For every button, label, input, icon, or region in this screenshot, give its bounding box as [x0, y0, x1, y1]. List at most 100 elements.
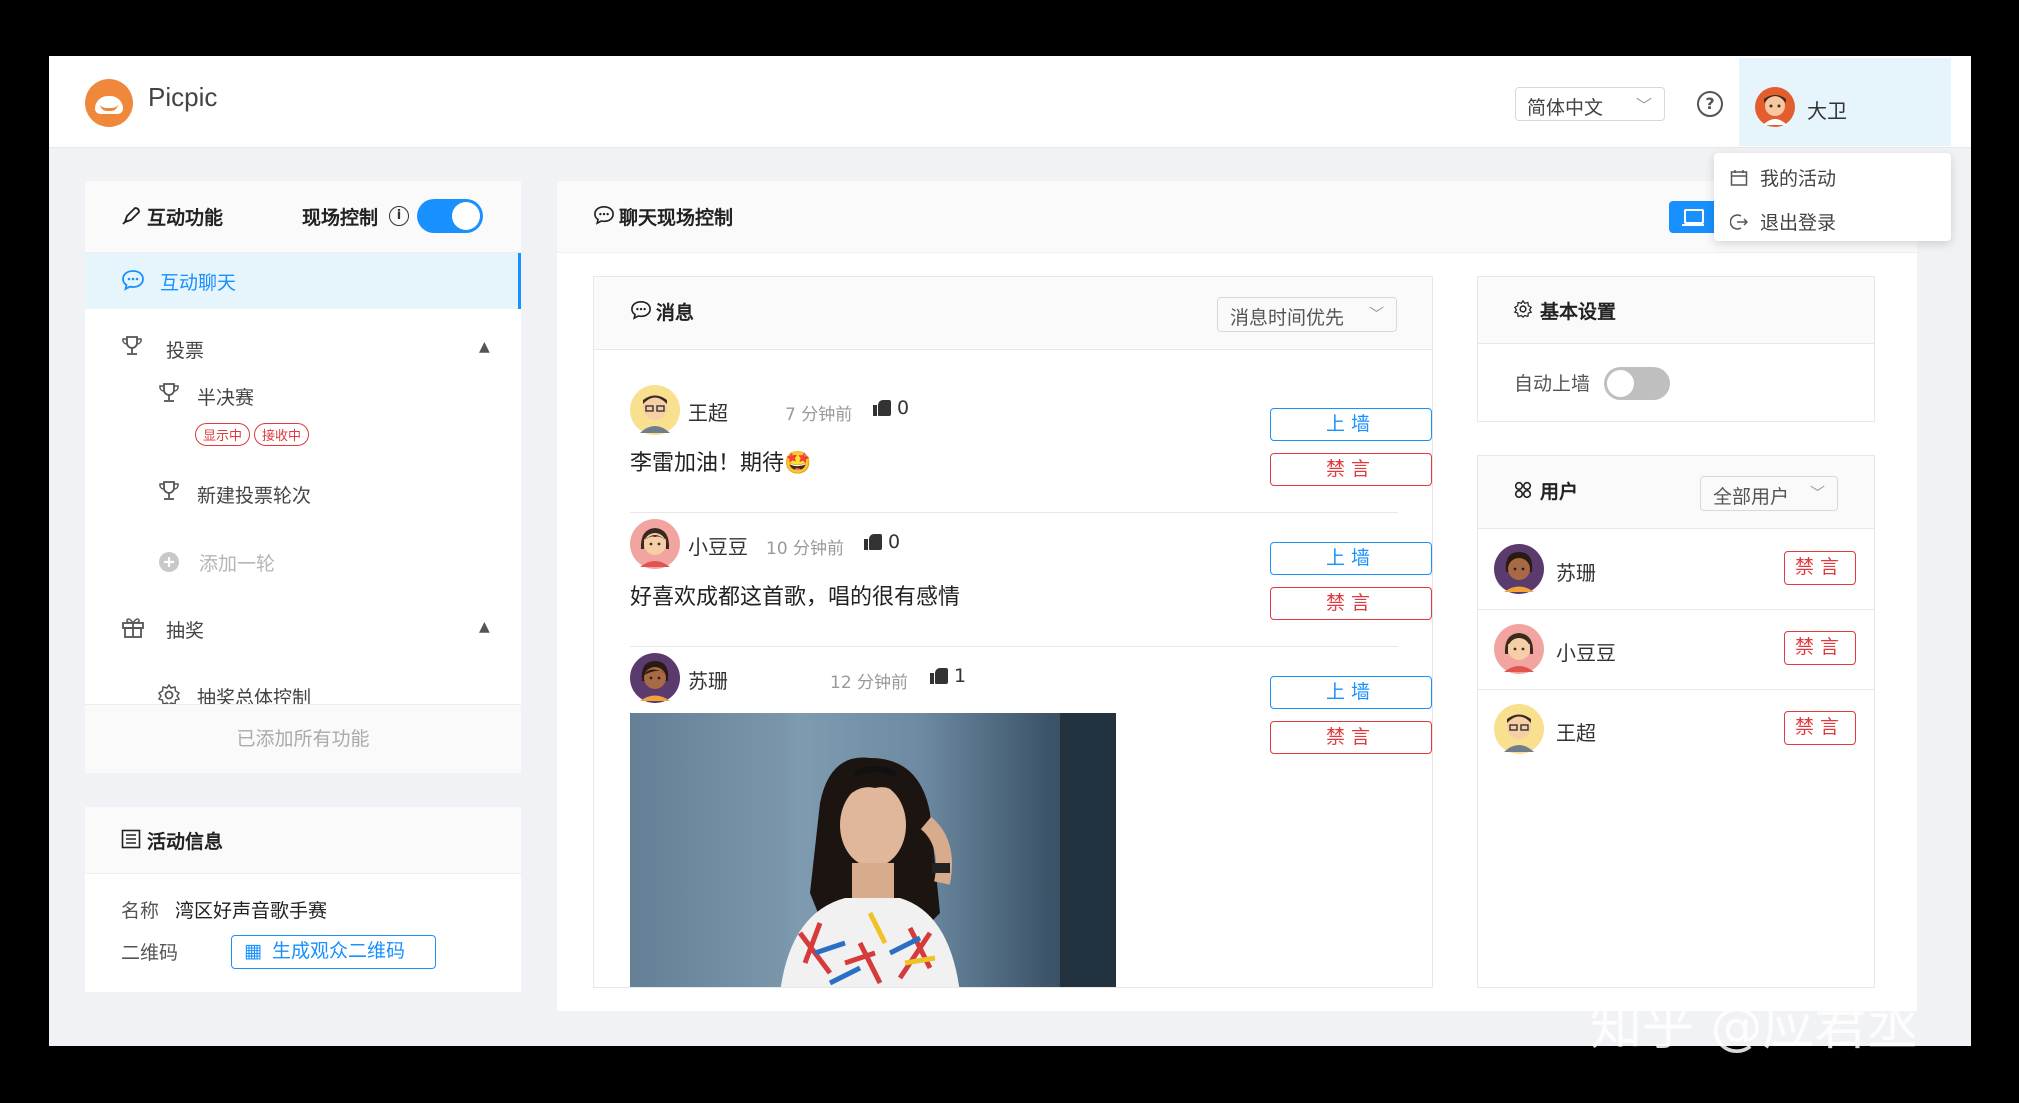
menu-item-logout[interactable]: 退出登录 — [1729, 208, 1836, 235]
picpic-logo[interactable] — [85, 79, 133, 127]
message-author: 苏珊 — [688, 669, 728, 693]
messages-title: 消息 — [656, 302, 695, 324]
message-divider — [630, 646, 1398, 647]
activity-name-label: 名称 — [121, 900, 160, 922]
menu-item-my-activities[interactable]: 我的活动 — [1730, 164, 1836, 191]
user-name: 苏珊 — [1556, 561, 1596, 585]
chevron-up-icon[interactable]: ▲ — [479, 339, 490, 355]
chevron-down-icon: ﹀ — [1809, 484, 1825, 502]
sidebar-item-label: 添加一轮 — [199, 553, 276, 575]
message-likes[interactable]: 0 — [864, 531, 900, 553]
generate-qr-button[interactable]: ▦ 生成观众二维码 — [231, 935, 436, 969]
wall-button[interactable]: 上墙 — [1270, 542, 1432, 575]
auto-wall-toggle[interactable] — [1604, 367, 1670, 400]
sidebar-item-lottery-control[interactable]: 抽奖总体控制 — [85, 661, 521, 704]
info-icon[interactable]: i — [389, 206, 409, 226]
all-features-added-note: 已添加所有功能 — [85, 704, 521, 773]
message-time: 12 分钟前 — [830, 673, 909, 693]
chat-icon — [631, 300, 651, 320]
like-count: 1 — [954, 665, 967, 687]
sidebar-item-label: 抽奖 — [166, 620, 205, 642]
message-likes[interactable]: 0 — [873, 397, 909, 419]
user-row: 小豆豆 禁言 — [1478, 610, 1874, 690]
thumbs-up-icon — [930, 666, 948, 684]
chat-icon — [122, 270, 144, 291]
avatar — [1494, 704, 1544, 754]
qr-code-label: 二维码 — [121, 942, 179, 964]
sidebar-item-label: 抽奖总体控制 — [197, 687, 312, 704]
user-avatar — [1755, 87, 1795, 127]
mute-button[interactable]: 禁言 — [1270, 721, 1432, 754]
gear-icon — [1514, 300, 1532, 318]
sort-select[interactable]: 消息时间优先 ﹀ — [1217, 297, 1397, 332]
trophy-icon — [159, 481, 179, 500]
logout-icon — [1729, 213, 1749, 231]
wall-button[interactable]: 上墙 — [1270, 676, 1432, 709]
help-icon[interactable]: ? — [1697, 91, 1723, 117]
trophy-icon — [122, 336, 142, 355]
sort-value: 消息时间优先 — [1230, 307, 1345, 329]
panel-header: 互动功能 现场控制 i — [85, 181, 521, 253]
user-name: 小豆豆 — [1556, 641, 1616, 665]
auto-wall-label: 自动上墙 — [1514, 373, 1591, 395]
messages-header: 消息 消息时间优先 ﹀ — [594, 277, 1432, 350]
message-divider — [630, 512, 1398, 513]
like-count: 0 — [897, 397, 910, 419]
panel-title: 互动功能 — [147, 207, 224, 229]
list-icon — [121, 829, 141, 849]
users-icon — [1514, 481, 1532, 499]
activity-info-title: 活动信息 — [147, 831, 224, 853]
trophy-icon — [159, 383, 179, 402]
message-likes[interactable]: 1 — [930, 665, 966, 687]
sidebar-item-label: 半决赛 — [197, 387, 255, 409]
users-header: 用户 全部用户 ﹀ — [1478, 456, 1874, 529]
mute-button[interactable]: 禁言 — [1270, 587, 1432, 620]
chevron-up-icon[interactable]: ▲ — [479, 619, 490, 635]
sidebar-item-label: 投票 — [166, 340, 205, 362]
sidebar-item-label: 新建投票轮次 — [197, 485, 312, 507]
photo-woman-image — [630, 713, 1116, 987]
sidebar-item-label: 互动聊天 — [160, 272, 237, 294]
user-dropdown: 我的活动 退出登录 — [1714, 153, 1951, 241]
chat-icon — [594, 205, 614, 225]
brand-name: Picpic — [148, 82, 218, 112]
user-menu-trigger[interactable]: 大卫 — [1739, 58, 1951, 146]
messages-card: 消息 消息时间优先 ﹀ 王超 7 分钟前 0 李雷加油！期待🤩 上墙 禁言 小豆… — [593, 276, 1433, 988]
gift-icon — [122, 618, 144, 638]
message-text: 好喜欢成都这首歌，唱的很有感情 — [630, 585, 961, 610]
chevron-down-icon: ﹀ — [1368, 305, 1384, 323]
wall-button[interactable]: 上墙 — [1270, 408, 1432, 441]
language-value: 简体中文 — [1527, 97, 1604, 119]
message-time: 7 分钟前 — [785, 405, 853, 425]
live-control-toggle[interactable] — [417, 199, 483, 233]
user-row: 王超 禁言 — [1478, 690, 1874, 770]
message-author: 小豆豆 — [688, 535, 748, 559]
avatar — [630, 653, 680, 703]
user-filter-select[interactable]: 全部用户 ﹀ — [1700, 476, 1838, 511]
users-title: 用户 — [1540, 481, 1579, 503]
app-window: Picpic 简体中文 ﹀ ? 大卫 我的活动 退出登录 互动功能 现场控制 i… — [49, 56, 1971, 1046]
message-photo[interactable] — [630, 713, 1116, 987]
chat-control-panel: 聊天现场控制 消息 消息时间优先 ﹀ 王超 7 分钟前 0 李雷加油！期待🤩 上… — [557, 181, 1917, 1011]
sidebar-item-chat[interactable]: 互动聊天 — [85, 253, 521, 309]
live-control-label: 现场控制 — [302, 207, 379, 229]
status-badge-receiving: 接收中 — [254, 423, 310, 446]
message-author: 王超 — [688, 401, 728, 425]
user-mute-button[interactable]: 禁言 — [1784, 711, 1856, 745]
user-row: 苏珊 禁言 — [1478, 530, 1874, 610]
status-tags: 显示中 接收中 — [195, 423, 313, 446]
avatar — [1494, 624, 1544, 674]
watermark: 知乎 @应君丞 — [1590, 997, 1919, 1057]
user-name: 大卫 — [1807, 99, 1847, 123]
user-mute-button[interactable]: 禁言 — [1784, 631, 1856, 665]
user-filter-value: 全部用户 — [1713, 486, 1790, 508]
chat-control-header: 聊天现场控制 — [557, 181, 1917, 253]
language-select[interactable]: 简体中文 ﹀ — [1515, 87, 1665, 121]
activity-info-header: 活动信息 — [85, 807, 521, 874]
mute-button[interactable]: 禁言 — [1270, 453, 1432, 486]
screen-view-button[interactable] — [1669, 201, 1719, 233]
user-mute-button[interactable]: 禁言 — [1784, 551, 1856, 585]
plus-circle-icon — [159, 552, 179, 572]
thumbs-up-icon — [873, 398, 891, 416]
activity-name-row: 名称 湾区好声音歌手赛 — [121, 896, 327, 923]
